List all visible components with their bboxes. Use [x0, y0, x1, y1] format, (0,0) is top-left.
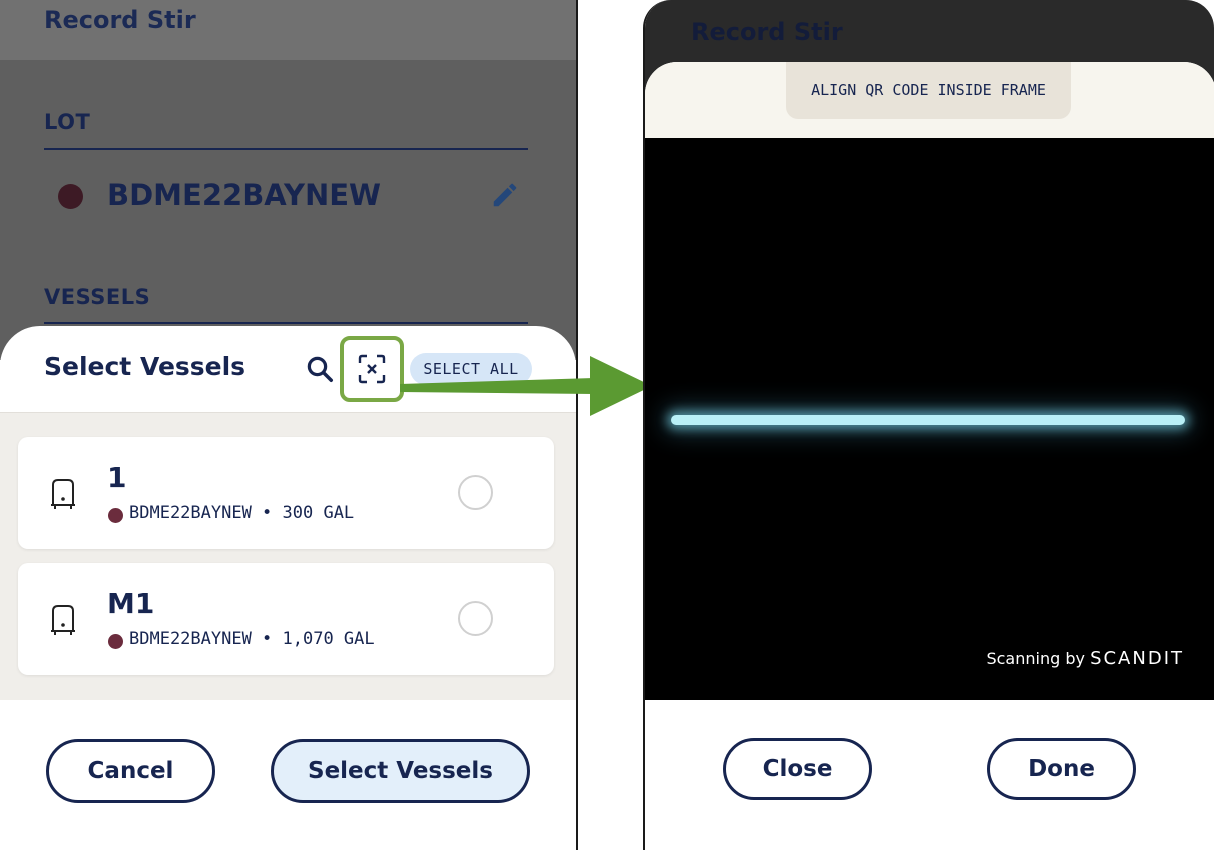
flow-arrow-icon	[400, 356, 652, 416]
lot-section-label: LOT	[44, 110, 91, 134]
tank-icon	[51, 479, 75, 509]
search-icon[interactable]	[305, 354, 335, 384]
lot-color-dot	[108, 634, 123, 649]
page-title: Record Stir	[44, 6, 196, 34]
vessel-name: M1	[107, 587, 155, 620]
qr-scan-button[interactable]	[340, 336, 404, 402]
vessels-section-label: VESSELS	[44, 285, 151, 309]
vessel-radio[interactable]	[458, 601, 493, 636]
qr-scan-icon	[358, 354, 386, 384]
scandit-credit: Scanning by SCANDIT	[986, 648, 1184, 669]
page-title: Record Stir	[691, 18, 843, 46]
tank-icon	[51, 605, 75, 635]
vessel-name: 1	[107, 461, 127, 494]
vessel-card-1[interactable]: 1 BDME22BAYNEW • 300 GAL	[18, 437, 554, 549]
vessel-radio[interactable]	[458, 475, 493, 510]
scan-line	[671, 415, 1185, 425]
lot-name: BDME22BAYNEW	[107, 178, 382, 212]
lot-color-dot	[108, 508, 123, 523]
scanning-by-text: Scanning by	[986, 649, 1085, 668]
select-vessels-button[interactable]: Select Vessels	[271, 739, 530, 803]
lot-divider	[44, 148, 528, 150]
right-phone-screen: Record Stir ALIGN QR CODE INSIDE FRAME S…	[643, 0, 1214, 850]
vessel-card-m1[interactable]: M1 BDME22BAYNEW • 1,070 GAL	[18, 563, 554, 675]
close-button[interactable]: Close	[723, 738, 872, 800]
vessel-list: 1 BDME22BAYNEW • 300 GAL M1 BDME22BAYNEW…	[0, 412, 576, 700]
scanner-header: ALIGN QR CODE INSIDE FRAME	[645, 62, 1214, 138]
camera-viewfinder[interactable]: Scanning by SCANDIT	[645, 138, 1214, 700]
scanner-sheet: ALIGN QR CODE INSIDE FRAME Scanning by S…	[645, 62, 1214, 850]
lot-color-dot	[58, 184, 83, 209]
done-button[interactable]: Done	[987, 738, 1136, 800]
app-bar: Record Stir	[0, 0, 576, 60]
left-phone-screen: Record Stir LOT BDME22BAYNEW VESSELS Sel…	[0, 0, 578, 850]
edit-pencil-icon[interactable]	[490, 180, 520, 210]
vessel-meta: BDME22BAYNEW • 300 GAL	[129, 503, 355, 523]
cancel-button[interactable]: Cancel	[46, 739, 215, 803]
vessels-divider	[44, 322, 528, 324]
vessel-meta: BDME22BAYNEW • 1,070 GAL	[129, 629, 375, 649]
scandit-logo: SCANDIT	[1090, 648, 1184, 669]
sheet-title: Select Vessels	[44, 352, 246, 381]
align-instruction-banner: ALIGN QR CODE INSIDE FRAME	[786, 62, 1071, 119]
